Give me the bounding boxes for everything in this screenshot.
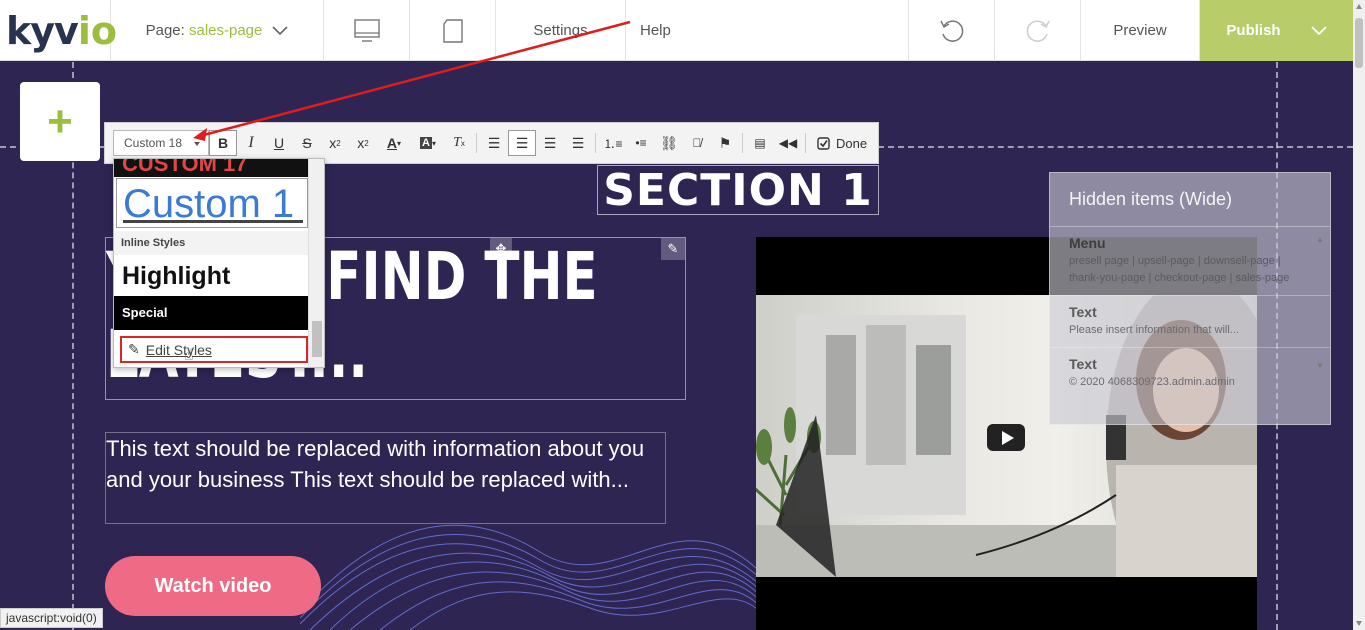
- edit-styles-button[interactable]: ✎ Edit Styles ☝: [120, 336, 308, 364]
- font-style-dropdown: CUSTOM 17 Custom 1 Inline Styles Highlig…: [113, 158, 325, 368]
- desktop-icon: [353, 18, 380, 42]
- preview-button[interactable]: Preview: [1081, 0, 1200, 61]
- page-selector[interactable]: Page: sales-page: [111, 0, 324, 61]
- text-color-icon[interactable]: A ▾: [377, 130, 411, 156]
- body-text-block[interactable]: This text should be replaced with inform…: [105, 432, 666, 524]
- unlink-icon[interactable]: ⛓̸: [683, 130, 711, 156]
- align-center-icon[interactable]: ☰: [508, 130, 536, 156]
- section-title[interactable]: SECTION 1: [597, 165, 879, 216]
- redo-button[interactable]: [995, 0, 1081, 61]
- hidden-items-panel: Hidden items (Wide) Menu presell page | …: [1049, 172, 1331, 425]
- undo-button[interactable]: [909, 0, 995, 61]
- status-bar: javascript:void(0): [0, 608, 103, 628]
- superscript-icon[interactable]: x2: [349, 130, 377, 156]
- justify-icon[interactable]: ☰: [564, 130, 592, 156]
- subscript-icon[interactable]: x2: [321, 130, 349, 156]
- flag-icon[interactable]: ⚑: [711, 130, 739, 156]
- italic-icon[interactable]: I: [237, 130, 265, 156]
- style-option-custom1[interactable]: Custom 1: [116, 178, 308, 228]
- pencil-icon: ✎: [128, 341, 140, 357]
- page-name: sales-page: [188, 22, 263, 39]
- source-code-icon[interactable]: ▤: [746, 130, 774, 156]
- kyvio-logo[interactable]: kyv io: [0, 0, 117, 61]
- bold-icon[interactable]: B: [209, 130, 237, 156]
- font-style-select[interactable]: Custom 18: [113, 130, 209, 156]
- check-circle-icon: [817, 136, 830, 150]
- style-option-special[interactable]: Special: [114, 296, 308, 330]
- hidden-items-title: Hidden items (Wide): [1050, 173, 1330, 227]
- redo-icon: [1026, 19, 1050, 42]
- style-option-highlight[interactable]: Highlight: [114, 257, 308, 295]
- mobile-view-button[interactable]: [410, 0, 496, 61]
- numbered-list-icon[interactable]: ⒈≡: [599, 130, 627, 156]
- hand-cursor-icon: ☝: [183, 346, 194, 364]
- rewind-icon[interactable]: ◀◀: [774, 130, 802, 156]
- hidden-item[interactable]: Menu presell page | upsell-page | downse…: [1050, 227, 1330, 296]
- underline-icon[interactable]: U: [265, 130, 293, 156]
- done-button[interactable]: Done: [809, 136, 875, 151]
- align-left-icon[interactable]: ☰: [480, 130, 508, 156]
- align-right-icon[interactable]: ☰: [536, 130, 564, 156]
- hidden-item[interactable]: Text Please insert information that will…: [1050, 296, 1330, 348]
- top-toolbar: kyv io Page: sales-page Settings Help Pre…: [0, 0, 1353, 61]
- tablet-icon: [442, 18, 463, 43]
- hidden-item[interactable]: Text © 2020 4068309723.admin.admin: [1050, 348, 1330, 399]
- chevron-down-icon[interactable]: [1310, 25, 1327, 36]
- inline-styles-header: Inline Styles: [114, 231, 308, 255]
- publish-button[interactable]: Publish: [1200, 0, 1353, 61]
- page-label: Page:: [145, 22, 185, 39]
- clear-format-icon[interactable]: Tx: [445, 130, 473, 156]
- page-scrollbar[interactable]: [1353, 0, 1365, 630]
- link-icon[interactable]: ⛓: [655, 130, 683, 156]
- style-option-custom17[interactable]: CUSTOM 17: [114, 159, 308, 177]
- desktop-view-button[interactable]: [324, 0, 410, 61]
- play-icon[interactable]: [987, 424, 1025, 451]
- chevron-down-icon: [272, 25, 288, 35]
- undo-icon: [939, 19, 963, 42]
- help-menu[interactable]: Help: [626, 0, 706, 61]
- bullet-list-icon[interactable]: •≡: [627, 130, 655, 156]
- watch-video-button[interactable]: Watch video: [105, 556, 321, 616]
- dropdown-scrollbar[interactable]: [308, 159, 324, 367]
- pencil-icon[interactable]: ✎: [661, 238, 685, 260]
- panel-scrollbar[interactable]: ▲ ▼: [1316, 235, 1324, 415]
- background-color-icon[interactable]: A ▾: [411, 130, 445, 156]
- strikethrough-icon[interactable]: S: [293, 130, 321, 156]
- add-element-button[interactable]: +: [20, 82, 100, 161]
- settings-menu[interactable]: Settings: [496, 0, 626, 61]
- move-icon[interactable]: ✥: [490, 238, 512, 260]
